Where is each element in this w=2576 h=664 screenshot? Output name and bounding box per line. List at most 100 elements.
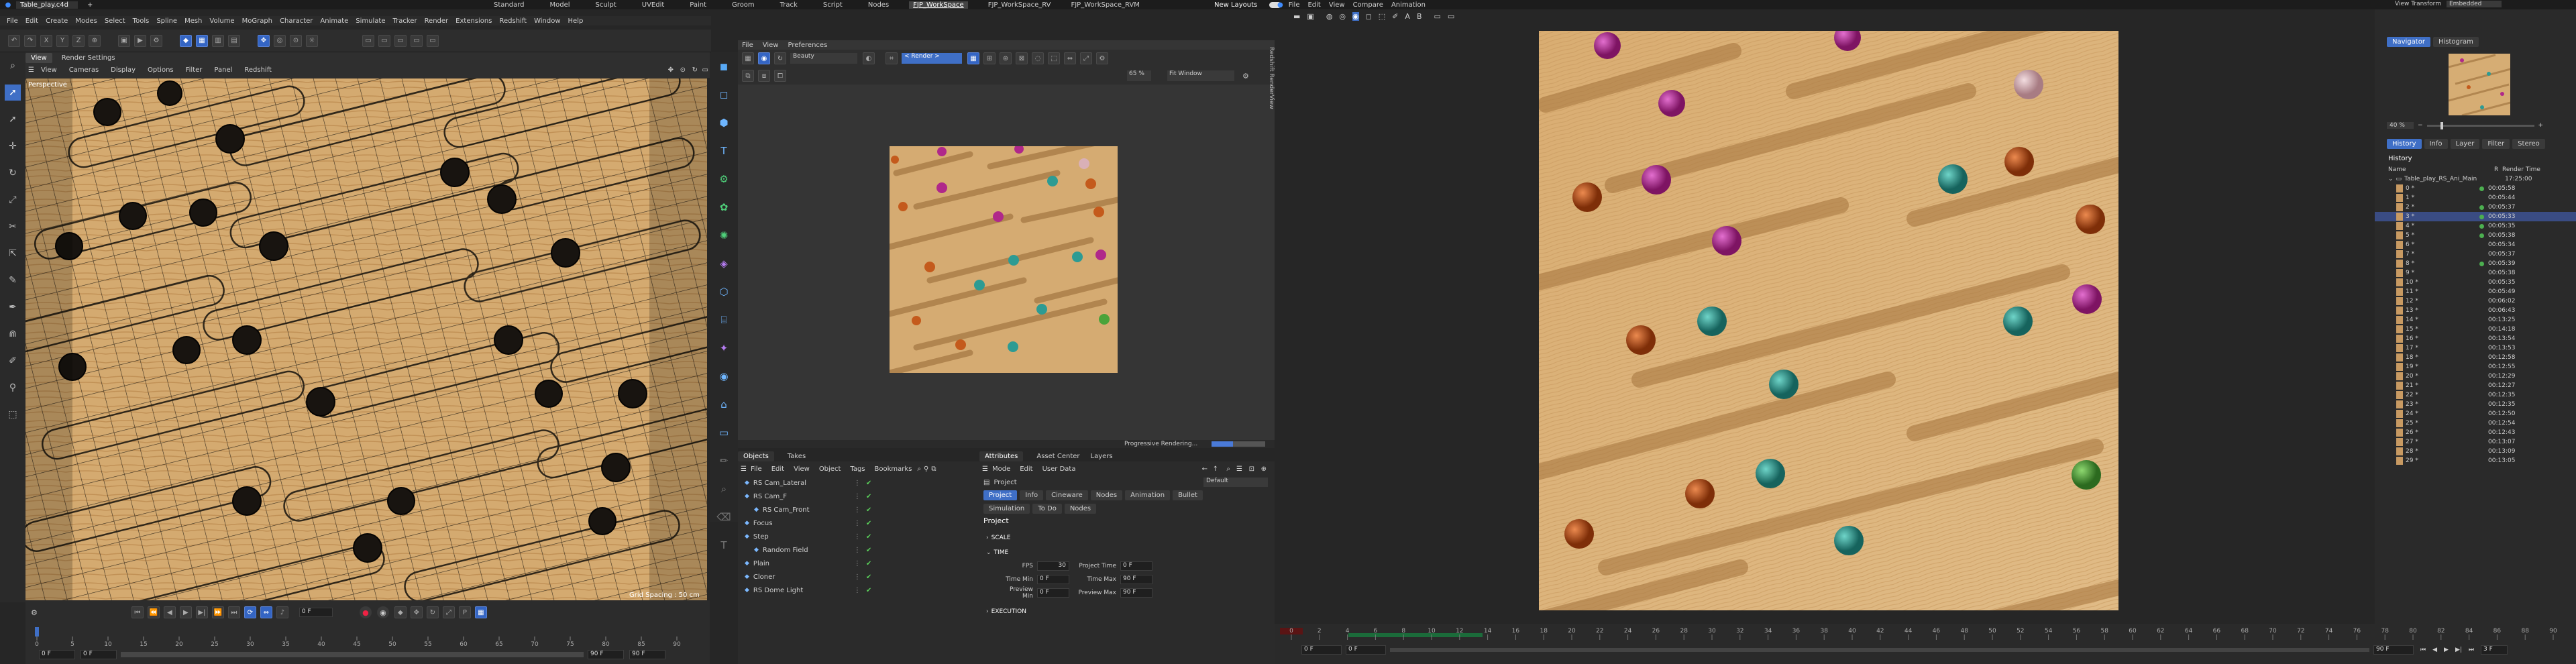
select-tool-icon[interactable]: ➚ bbox=[5, 85, 21, 101]
redo-icon[interactable]: ↷ bbox=[24, 34, 36, 47]
attrs-menu-mode[interactable]: Mode bbox=[992, 465, 1010, 473]
attr-tab-project[interactable]: Project bbox=[983, 490, 1018, 500]
history-row[interactable]: 21 * 00:12:27 bbox=[2375, 381, 2576, 390]
object-row[interactable]: ◆ RS Cam_Lateral ⋮ ✔ bbox=[741, 476, 979, 490]
pv-start-field[interactable]: 0 F bbox=[1301, 645, 1342, 655]
rv-channel-icon[interactable]: ◐ bbox=[863, 52, 875, 64]
attrs-menu-edit[interactable]: Edit bbox=[1020, 465, 1032, 473]
object-row[interactable]: ◆ Step ⋮ ✔ bbox=[741, 530, 979, 543]
history-col-name[interactable]: Name bbox=[2388, 166, 2494, 173]
sound-icon[interactable]: ♪ bbox=[276, 606, 288, 618]
object-row[interactable]: ◆ Plain ⋮ ✔ bbox=[741, 557, 979, 570]
pv-range-bar[interactable] bbox=[1390, 648, 2369, 652]
rv-flip-icon[interactable]: ⇔ bbox=[1064, 52, 1076, 64]
history-row[interactable]: 10 * 00:05:35 bbox=[2375, 278, 2576, 287]
fps-field[interactable]: 30 bbox=[1037, 561, 1069, 571]
cloner-icon[interactable]: ⚙ bbox=[715, 170, 733, 188]
history-row[interactable]: 17 * 00:13:53 bbox=[2375, 343, 2576, 353]
axis-x-icon[interactable]: X bbox=[40, 34, 52, 47]
rv-menu-file[interactable]: File bbox=[742, 42, 753, 49]
pv-channel-b-icon[interactable]: B bbox=[1417, 12, 1422, 21]
record-icon[interactable]: ● bbox=[359, 606, 372, 618]
previous-key-icon[interactable]: ⏪ bbox=[147, 606, 160, 618]
pv-open-icon[interactable]: ▬ bbox=[1293, 12, 1300, 21]
paint-icon[interactable]: ✐ bbox=[5, 353, 21, 369]
rv-fit-select[interactable]: Fit Window bbox=[1167, 70, 1234, 81]
min-time-field[interactable]: 0 F bbox=[1037, 575, 1069, 584]
rv-render-button[interactable]: < Render > bbox=[902, 53, 962, 64]
viewport-maximize-icon[interactable]: ▭ bbox=[702, 66, 708, 74]
history-row[interactable]: 23 * 00:12:35 bbox=[2375, 400, 2576, 409]
viewport-menu-display[interactable]: Display bbox=[111, 66, 136, 74]
current-frame-field[interactable]: 0 F bbox=[299, 608, 333, 617]
3d-viewport[interactable]: Perspective Grid Spacing : 50 cm bbox=[25, 78, 707, 600]
preview-min-time-field[interactable]: 0 F bbox=[1037, 588, 1069, 598]
pv-navigator-thumb[interactable] bbox=[2447, 52, 2512, 117]
menu-tools[interactable]: Tools bbox=[133, 17, 150, 25]
keyframe-settings-icon[interactable]: ⚙ bbox=[31, 608, 38, 617]
move-icon[interactable]: ✛ bbox=[5, 138, 21, 154]
pv-start2-field[interactable]: 0 F bbox=[1346, 645, 1386, 655]
history-row[interactable]: 19 * 00:12:55 bbox=[2375, 362, 2576, 372]
brush-icon[interactable]: ✎ bbox=[5, 272, 21, 288]
history-row[interactable]: 28 * 00:13:09 bbox=[2375, 447, 2576, 456]
pv-menu-file[interactable]: File bbox=[1289, 1, 1300, 9]
history-row[interactable]: 0 * 00:05:58 bbox=[2375, 184, 2576, 193]
rv-menu-view[interactable]: View bbox=[763, 42, 779, 49]
history-row[interactable]: 3 * 00:05:33 bbox=[2375, 212, 2576, 221]
attrs-menu-icon[interactable]: ☰ bbox=[982, 465, 988, 473]
eyedropper-icon[interactable]: ⚲ bbox=[5, 380, 21, 396]
viewport-menu-panel[interactable]: Panel bbox=[214, 66, 232, 74]
previous-frame-icon[interactable]: ◀ bbox=[163, 606, 176, 618]
history-row[interactable]: 20 * 00:12:29 bbox=[2375, 372, 2576, 381]
rv-gear-icon[interactable]: ⚙ bbox=[1096, 52, 1108, 64]
autokey-icon[interactable]: ◉ bbox=[376, 606, 389, 618]
axis-y-icon[interactable]: Y bbox=[56, 34, 68, 47]
preview-range-bar[interactable] bbox=[121, 652, 584, 657]
eraser-icon[interactable]: ⌫ bbox=[715, 508, 733, 526]
objects-link-icon[interactable]: ⧉ bbox=[931, 465, 936, 473]
history-row[interactable]: 7 * 00:05:37 bbox=[2375, 250, 2576, 259]
field-icon[interactable]: ✺ bbox=[715, 227, 733, 244]
max-time-field[interactable]: 90 F bbox=[1120, 575, 1152, 584]
history-row[interactable]: 1 * 00:05:44 bbox=[2375, 193, 2576, 203]
pv-go-start-icon[interactable]: ⏮ bbox=[2420, 647, 2426, 653]
fullscreen-icon[interactable]: ▭ bbox=[427, 34, 439, 47]
render-active-icon[interactable]: ▶ bbox=[134, 34, 146, 47]
visibility-icon[interactable]: ⋮ bbox=[854, 573, 861, 581]
preview-max-field[interactable]: 90 F bbox=[588, 650, 624, 659]
project-time-field[interactable]: 0 F bbox=[1120, 561, 1152, 571]
layout-tab[interactable]: UVEdit bbox=[642, 1, 665, 9]
object-row[interactable]: ◆ Focus ⋮ ✔ bbox=[741, 516, 979, 530]
layout-tab[interactable]: Groom bbox=[732, 1, 755, 9]
pv-compare-icon[interactable]: ⬚ bbox=[1379, 12, 1385, 21]
tab-asset-center[interactable]: Asset Center bbox=[1036, 453, 1079, 460]
objects-menu-icon[interactable]: ☰ bbox=[741, 465, 747, 473]
layout-tab[interactable]: Paint bbox=[690, 1, 706, 9]
pv-frame-field[interactable]: 3 F bbox=[2481, 645, 2508, 655]
attr-tab-nodes[interactable]: Nodes bbox=[1090, 490, 1123, 500]
key-rotation-icon[interactable]: ↻ bbox=[426, 606, 439, 618]
attrs-menu-user-data[interactable]: User Data bbox=[1042, 465, 1076, 473]
history-root-row[interactable]: ⌄ ▭ Table_play_RS_Ani_Main 17:25:00 bbox=[2375, 174, 2576, 184]
attrs-filter-icon[interactable]: ☰ bbox=[1236, 465, 1242, 473]
attrs-lock-icon[interactable]: ⊡ bbox=[1249, 465, 1254, 473]
key-param-icon[interactable]: P bbox=[458, 606, 471, 618]
magnet-icon[interactable]: ⋒ bbox=[5, 326, 21, 342]
menu-help[interactable]: Help bbox=[568, 17, 584, 25]
history-row[interactable]: 2 * 00:05:37 bbox=[2375, 203, 2576, 212]
attr-tab-simulation[interactable]: Simulation bbox=[983, 503, 1030, 514]
pv-channel-a-icon[interactable]: A bbox=[1405, 12, 1410, 21]
layout-tab[interactable]: Track bbox=[780, 1, 798, 9]
history-row[interactable]: 4 * 00:05:35 bbox=[2375, 221, 2576, 231]
rv-render-image[interactable] bbox=[890, 146, 1118, 373]
attr-tab-bullet[interactable]: Bullet bbox=[1173, 490, 1203, 500]
preview-min-field[interactable]: 0 F bbox=[80, 650, 117, 659]
layout-tab[interactable]: Nodes bbox=[868, 1, 889, 9]
model-mode-icon[interactable]: ◆ bbox=[180, 34, 192, 47]
rv-zoom-select[interactable]: 65 % bbox=[1127, 70, 1151, 81]
rv-render-icon[interactable]: ◉ bbox=[758, 52, 770, 64]
objects-menu-tags[interactable]: Tags bbox=[850, 465, 865, 473]
menu-mesh[interactable]: Mesh bbox=[184, 17, 202, 25]
play-icon[interactable]: ▶ bbox=[179, 606, 192, 618]
